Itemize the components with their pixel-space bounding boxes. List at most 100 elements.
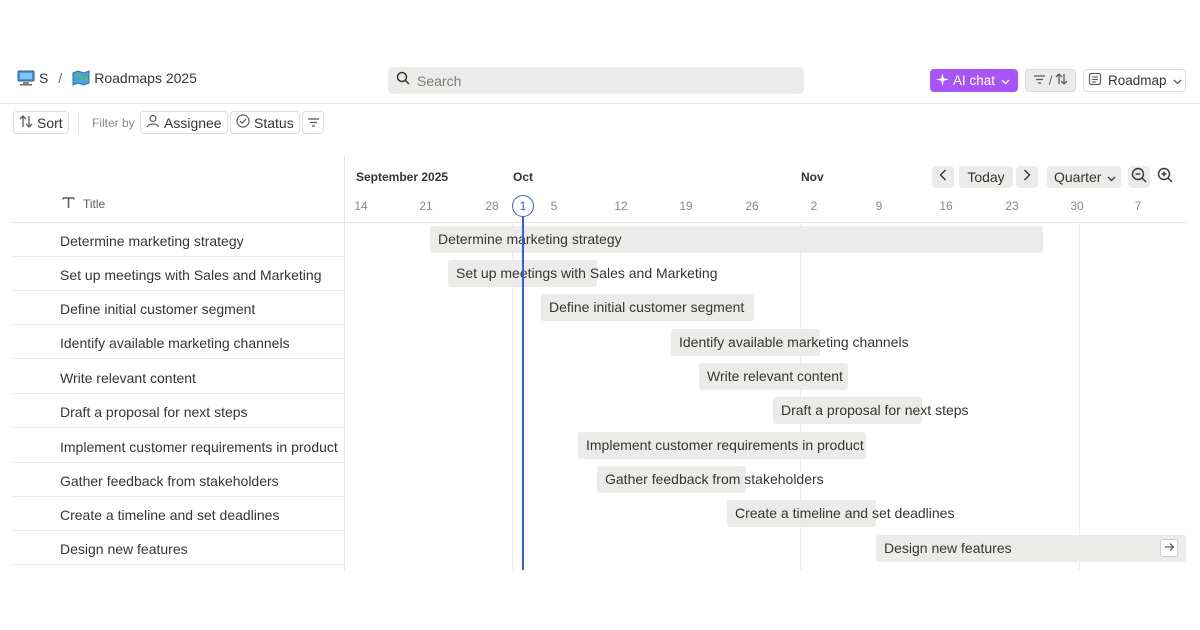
date-tick: 14 <box>354 199 368 213</box>
chevron-right-icon <box>1023 168 1031 186</box>
document-icon <box>1088 72 1102 89</box>
timeline-bar[interactable]: Identify available marketing channels <box>671 329 909 356</box>
title-header-label: Title <box>83 197 106 211</box>
date-tick: 9 <box>875 199 883 213</box>
timeline-bar[interactable]: Draft a proposal for next steps <box>773 397 969 424</box>
check-circle-icon <box>236 114 250 131</box>
text-icon <box>62 196 75 212</box>
row-title[interactable]: Determine marketing strategy <box>60 233 244 249</box>
row-title[interactable]: Draft a proposal for next steps <box>60 404 248 420</box>
arrow-right-icon <box>1164 539 1175 557</box>
month-label: Oct <box>513 170 534 184</box>
chevron-down-icon <box>1001 73 1010 88</box>
timeline-bar[interactable]: Create a timeline and set deadlines <box>727 500 954 527</box>
row-title[interactable]: Identify available marketing channels <box>60 335 290 351</box>
search-input[interactable]: Search <box>388 67 804 94</box>
breadcrumb-page[interactable]: Roadmaps 2025 <box>94 70 197 86</box>
table-row[interactable]: Gather feedback from stakeholders <box>12 463 344 497</box>
map-icon <box>72 70 90 86</box>
row-title[interactable]: Create a timeline and set deadlines <box>60 507 279 523</box>
date-tick: 23 <box>1005 199 1019 213</box>
breadcrumb-separator: / <box>58 70 63 86</box>
row-title[interactable]: Set up meetings with Sales and Marketing <box>60 267 321 283</box>
status-label: Status <box>254 114 294 131</box>
date-tick: 21 <box>419 199 433 213</box>
table-row[interactable]: Implement customer requirements in produ… <box>12 429 344 463</box>
advanced-filter-button[interactable] <box>302 111 324 134</box>
breadcrumb: S / Roadmaps 2025 <box>17 70 197 86</box>
status-filter-button[interactable]: Status <box>230 111 300 134</box>
computer-icon <box>17 70 35 86</box>
sort-button[interactable]: Sort <box>13 111 69 134</box>
chevron-down-icon <box>1107 169 1116 185</box>
month-label: Nov <box>801 170 824 184</box>
ai-chat-label: AI chat <box>953 73 996 88</box>
table-row[interactable]: Draft a proposal for next steps <box>12 394 344 428</box>
zoom-out-button[interactable] <box>1128 166 1150 188</box>
row-title[interactable]: Design new features <box>60 541 188 557</box>
filter-icon <box>1033 73 1046 88</box>
timeline-bar[interactable]: Gather feedback from stakeholders <box>597 466 824 493</box>
date-tick: 5 <box>550 199 558 213</box>
date-tick: 16 <box>939 199 953 213</box>
zoom-out-icon <box>1131 167 1147 188</box>
date-tick: 28 <box>485 199 499 213</box>
timeline-bar[interactable]: Define initial customer segment <box>541 294 754 321</box>
ai-chat-button[interactable]: AI chat <box>930 69 1018 92</box>
top-bar: S / Roadmaps 2025 Search AI chat / Roadm… <box>0 58 1200 104</box>
row-title[interactable]: Gather feedback from stakeholders <box>60 473 279 489</box>
today-date: 1 <box>519 199 527 213</box>
today-button[interactable]: Today <box>959 166 1013 188</box>
row-title[interactable]: Write relevant content <box>60 370 196 386</box>
view-toolbar: Sort Filter by Assignee Status <box>0 110 1200 136</box>
row-title[interactable]: Implement customer requirements in produ… <box>60 439 338 455</box>
table-row[interactable]: Define initial customer segment <box>12 291 344 325</box>
next-period-button[interactable] <box>1016 166 1038 188</box>
row-title[interactable]: Define initial customer segment <box>60 301 255 317</box>
date-tick: 19 <box>679 199 693 213</box>
search-placeholder: Search <box>417 72 462 89</box>
sort-icon <box>19 114 33 131</box>
date-tick: 7 <box>1134 199 1142 213</box>
sort-label: Sort <box>37 114 63 131</box>
sparkle-icon <box>936 72 949 89</box>
chevron-left-icon <box>939 168 947 186</box>
table-row[interactable]: Create a timeline and set deadlines <box>12 497 344 531</box>
time-range-select[interactable]: Quarter <box>1047 166 1121 188</box>
table-row[interactable]: Set up meetings with Sales and Marketing <box>12 257 344 291</box>
view-label: Roadmap <box>1108 73 1167 88</box>
view-selector[interactable]: Roadmap <box>1083 69 1186 92</box>
table-row[interactable]: Identify available marketing channels <box>12 325 344 359</box>
zoom-in-icon <box>1157 167 1173 188</box>
date-tick: 30 <box>1070 199 1084 213</box>
person-icon <box>146 114 160 131</box>
date-tick: 12 <box>614 199 628 213</box>
today-line <box>522 217 524 570</box>
assignee-label: Assignee <box>164 114 222 131</box>
filter-sort-separator: / <box>1048 73 1053 88</box>
search-icon <box>396 71 410 90</box>
title-column-header[interactable]: Title <box>62 196 105 212</box>
month-label: September 2025 <box>356 170 449 184</box>
chevron-down-icon <box>1173 73 1182 88</box>
toolbar-divider <box>78 113 79 133</box>
table-row[interactable]: Determine marketing strategy <box>12 223 344 257</box>
scroll-to-item-button[interactable] <box>1160 539 1178 557</box>
assignee-filter-button[interactable]: Assignee <box>140 111 228 134</box>
sort-icon <box>1055 73 1068 88</box>
timeline-bar[interactable]: Implement customer requirements in produ… <box>578 432 866 459</box>
table-row[interactable]: Design new features <box>12 531 344 565</box>
column-divider <box>344 156 345 570</box>
timeline-bar[interactable]: Design new features <box>876 535 1186 562</box>
prev-period-button[interactable] <box>932 166 954 188</box>
filter-by-label: Filter by <box>92 116 135 130</box>
filter-sort-button[interactable]: / <box>1025 69 1076 92</box>
roadmap-timeline: Title Determine marketing strategy Set u… <box>12 156 1186 570</box>
month-gridline <box>1079 223 1080 570</box>
breadcrumb-workspace[interactable]: S <box>39 70 48 86</box>
date-tick: 2 <box>810 199 818 213</box>
timeline-bar[interactable]: Write relevant content <box>699 363 848 390</box>
today-marker: 1 <box>512 195 534 217</box>
table-row[interactable]: Write relevant content <box>12 360 344 394</box>
zoom-in-button[interactable] <box>1154 166 1176 188</box>
